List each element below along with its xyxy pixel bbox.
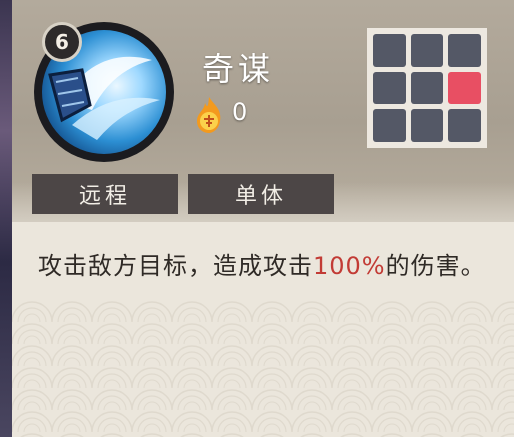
skill-cost-value: 0 <box>232 98 248 126</box>
wave-pattern-decoration <box>12 300 514 437</box>
tag-target-type: 单体 <box>188 174 334 214</box>
description-text-end: 的伤害。 <box>385 252 486 280</box>
grid-cell <box>410 34 444 67</box>
skill-card: 6 奇谋 0 远程 单体 攻击敌方目标，造成攻击100%的伤害。 <box>12 0 514 437</box>
fire-orb-icon <box>197 97 221 133</box>
skill-name: 奇谋 <box>202 50 275 88</box>
grid-cell <box>448 34 481 67</box>
target-range-grid <box>367 28 487 148</box>
tag-range: 远程 <box>32 174 178 214</box>
grid-cell <box>410 71 444 105</box>
grid-cell <box>410 109 444 142</box>
description-text: 攻击敌方目标，造成攻击 <box>38 252 313 280</box>
grid-cell <box>448 109 481 142</box>
grid-cell-target <box>448 71 481 105</box>
skill-level-badge: 6 <box>42 22 82 62</box>
description-damage-value: 100% <box>313 252 386 280</box>
grid-cell <box>373 109 406 142</box>
grid-cell <box>373 71 406 105</box>
grid-cell <box>373 34 406 67</box>
skill-description: 攻击敌方目标，造成攻击100%的伤害。 <box>38 248 498 284</box>
